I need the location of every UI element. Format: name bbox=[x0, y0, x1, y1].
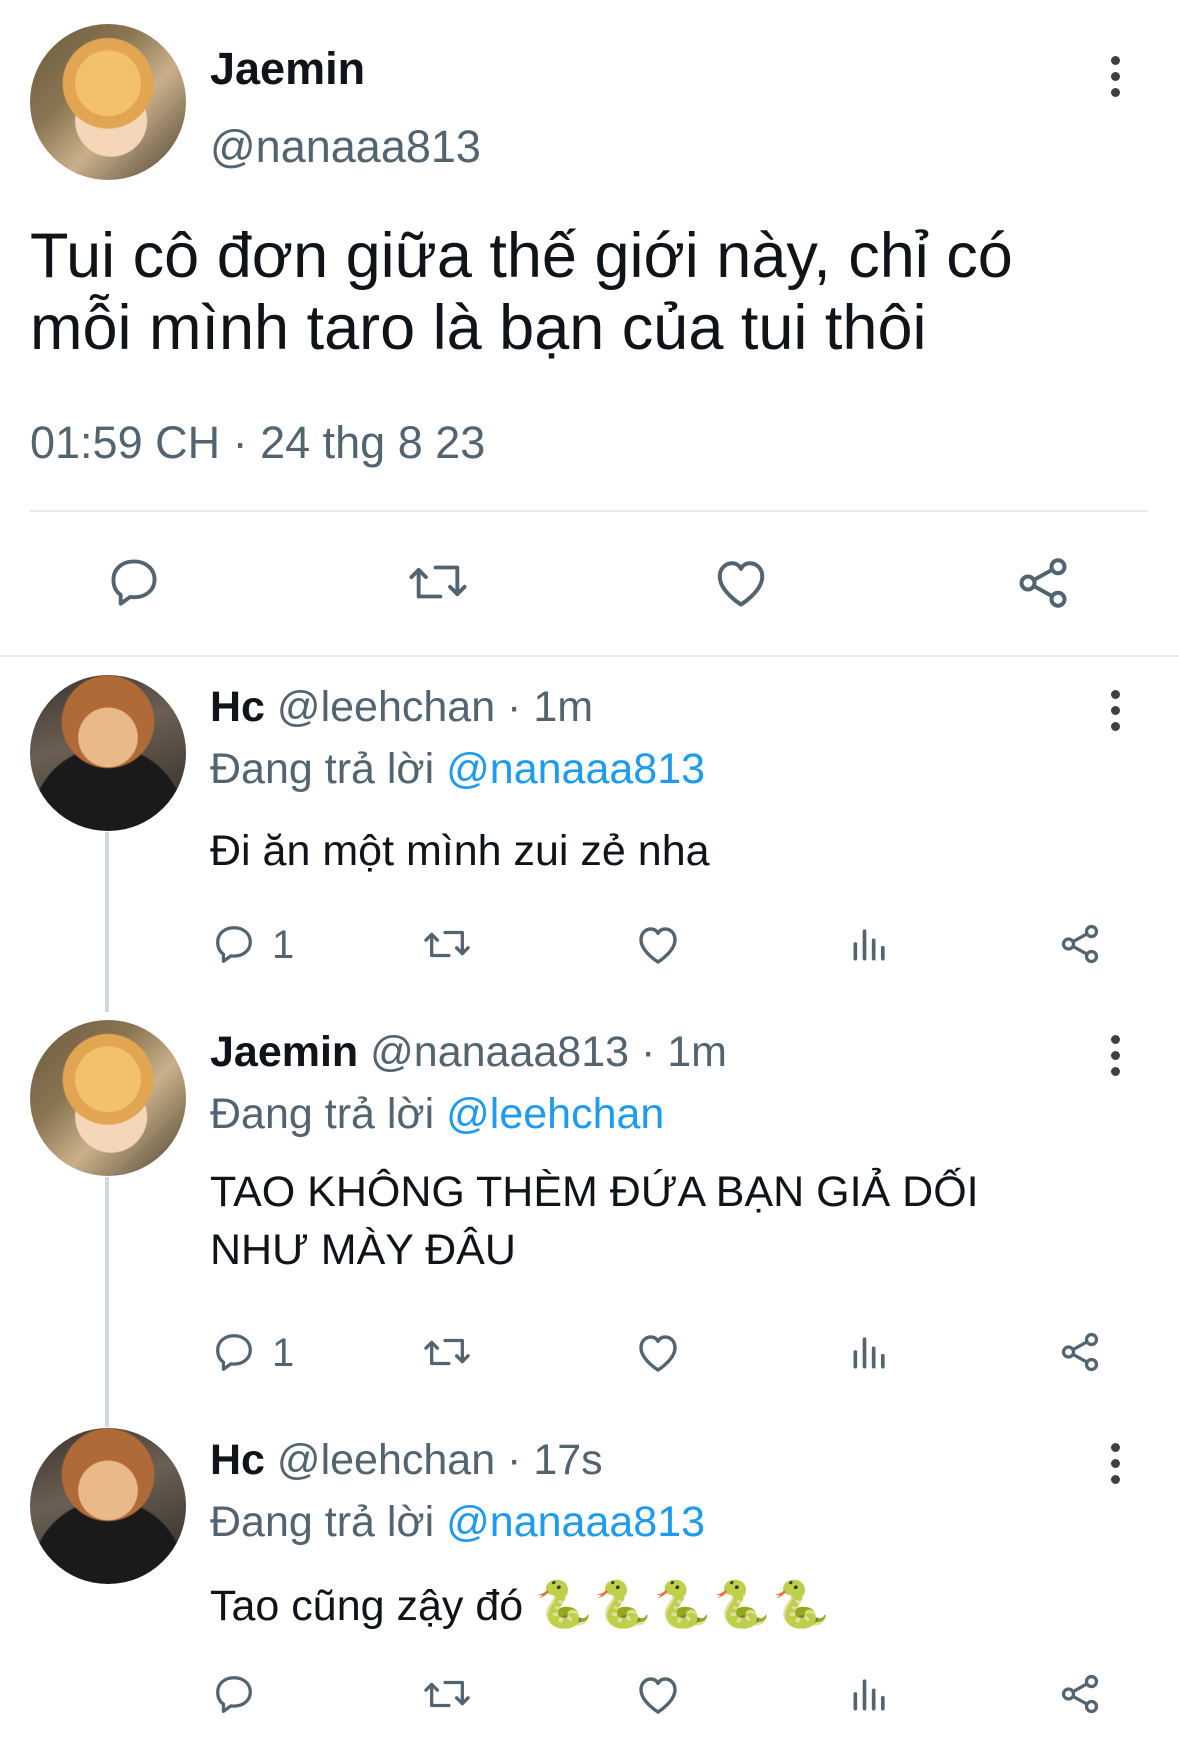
more-options-icon[interactable] bbox=[1109, 56, 1121, 104]
more-options-icon[interactable] bbox=[1109, 690, 1121, 738]
divider bbox=[30, 510, 1148, 512]
like-icon[interactable] bbox=[633, 1328, 683, 1376]
replying-label: Đang trả lời bbox=[210, 1498, 435, 1546]
reply-handle-time[interactable]: @nanaaa813 · 1m bbox=[370, 1028, 727, 1076]
replying-to: Đang trả lời @nanaaa813 bbox=[210, 748, 705, 791]
replying-to: Đang trả lời @nanaaa813 bbox=[210, 1501, 705, 1544]
avatar-jaemin[interactable] bbox=[30, 1020, 186, 1176]
analytics-icon[interactable] bbox=[846, 920, 894, 968]
section-divider bbox=[0, 655, 1179, 657]
reply-icon[interactable] bbox=[210, 1670, 258, 1718]
mention-link[interactable]: @nanaaa813 bbox=[446, 745, 705, 793]
reply-count: 1 bbox=[272, 923, 295, 967]
tweet-text-line-2: mỗi mình taro là bạn của tui thôi bbox=[30, 293, 927, 363]
avatar-jaemin[interactable] bbox=[30, 24, 186, 180]
mention-link[interactable]: @nanaaa813 bbox=[446, 1498, 705, 1546]
author-handle[interactable]: @nanaaa813 bbox=[210, 124, 481, 169]
replying-to: Đang trả lời @leehchan bbox=[210, 1093, 664, 1136]
reply-author-name[interactable]: Hc bbox=[210, 1436, 265, 1484]
reply-author-name[interactable]: Jaemin bbox=[210, 1028, 358, 1076]
reply-icon[interactable] bbox=[104, 552, 164, 612]
share-icon[interactable] bbox=[1056, 1328, 1104, 1376]
author-name[interactable]: Jaemin bbox=[210, 46, 365, 91]
replying-label: Đang trả lời bbox=[210, 1090, 435, 1138]
avatar-hc[interactable] bbox=[30, 1428, 186, 1584]
reply-text-line-1: TAO KHÔNG THÈM ĐỨA BẠN GIẢ DỐI bbox=[210, 1168, 979, 1216]
reply-text-content: Tao cũng zậy đó bbox=[210, 1582, 524, 1630]
reply-icon[interactable] bbox=[210, 920, 258, 968]
reply-count: 1 bbox=[272, 1331, 295, 1375]
avatar-hc[interactable] bbox=[30, 675, 186, 831]
reply-text: Đi ăn một mình zui zẻ nha bbox=[210, 827, 710, 875]
like-icon[interactable] bbox=[710, 552, 772, 612]
reply-header: Jaemin @nanaaa813 · 1m bbox=[210, 1031, 727, 1074]
reply-handle-time[interactable]: @leehchan · 17s bbox=[277, 1436, 603, 1484]
reply-author-name[interactable]: Hc bbox=[210, 683, 265, 731]
retweet-icon[interactable] bbox=[420, 1328, 474, 1376]
more-options-icon[interactable] bbox=[1109, 1035, 1121, 1083]
retweet-icon[interactable] bbox=[420, 1670, 474, 1718]
reply-header: Hc @leehchan · 17s bbox=[210, 1439, 603, 1482]
reply-text-line-2: NHƯ MÀY ĐÂU bbox=[210, 1226, 516, 1274]
thread-line bbox=[105, 832, 109, 1012]
analytics-icon[interactable] bbox=[846, 1328, 894, 1376]
like-icon[interactable] bbox=[633, 1670, 683, 1718]
share-icon[interactable] bbox=[1056, 920, 1104, 968]
retweet-icon[interactable] bbox=[420, 920, 474, 968]
retweet-icon[interactable] bbox=[403, 552, 473, 612]
more-options-icon[interactable] bbox=[1109, 1443, 1121, 1491]
tweet-text: Tui cô đơn giữa thế giới này, chỉ có mỗi… bbox=[30, 220, 1150, 364]
thread-line bbox=[105, 1177, 109, 1427]
replying-label: Đang trả lời bbox=[210, 745, 435, 793]
reply-header: Hc @leehchan · 1m bbox=[210, 686, 593, 729]
like-icon[interactable] bbox=[633, 920, 683, 968]
share-icon[interactable] bbox=[1056, 1670, 1104, 1718]
share-icon[interactable] bbox=[1012, 552, 1074, 614]
snake-emoji: 🐍🐍🐍🐍🐍 bbox=[535, 1578, 832, 1630]
reply-icon[interactable] bbox=[210, 1328, 258, 1376]
reply-text: TAO KHÔNG THÈM ĐỨA BẠN GIẢ DỐI NHƯ MÀY Đ… bbox=[210, 1163, 1150, 1279]
analytics-icon[interactable] bbox=[846, 1670, 894, 1718]
tweet-timestamp[interactable]: 01:59 CH · 24 thg 8 23 bbox=[30, 420, 485, 465]
reply-handle-time[interactable]: @leehchan · 1m bbox=[277, 683, 593, 731]
mention-link[interactable]: @leehchan bbox=[446, 1090, 664, 1138]
tweet-text-line-1: Tui cô đơn giữa thế giới này, chỉ có bbox=[30, 221, 1013, 291]
reply-text: Tao cũng zậy đó 🐍🐍🐍🐍🐍 bbox=[210, 1575, 832, 1635]
